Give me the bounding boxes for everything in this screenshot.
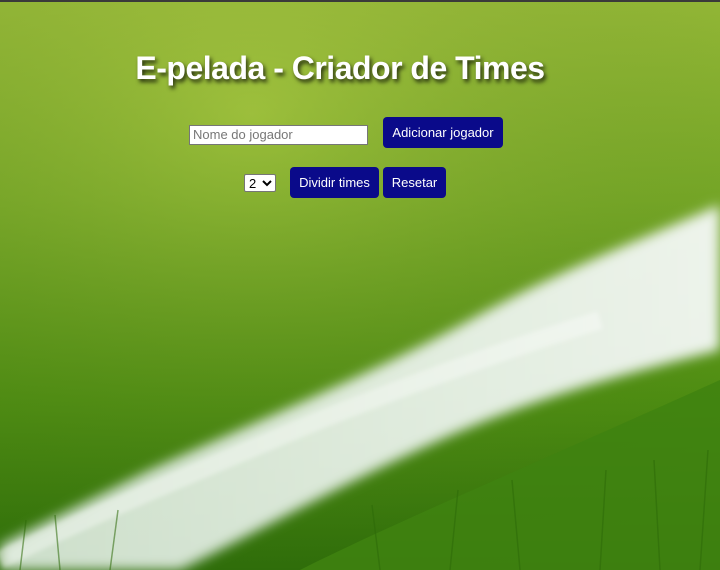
add-player-button[interactable]: Adicionar jogador [383,117,503,148]
reset-button[interactable]: Resetar [383,167,446,198]
player-form: Adicionar jogador [189,117,503,148]
team-controls: 2 Dividir times Resetar [244,167,446,198]
player-name-input[interactable] [189,124,368,145]
divide-teams-button[interactable]: Dividir times [290,167,379,198]
top-border [0,0,720,2]
page-title: E-pelada - Criador de Times [135,50,545,86]
team-count-select[interactable]: 2 [244,173,276,192]
